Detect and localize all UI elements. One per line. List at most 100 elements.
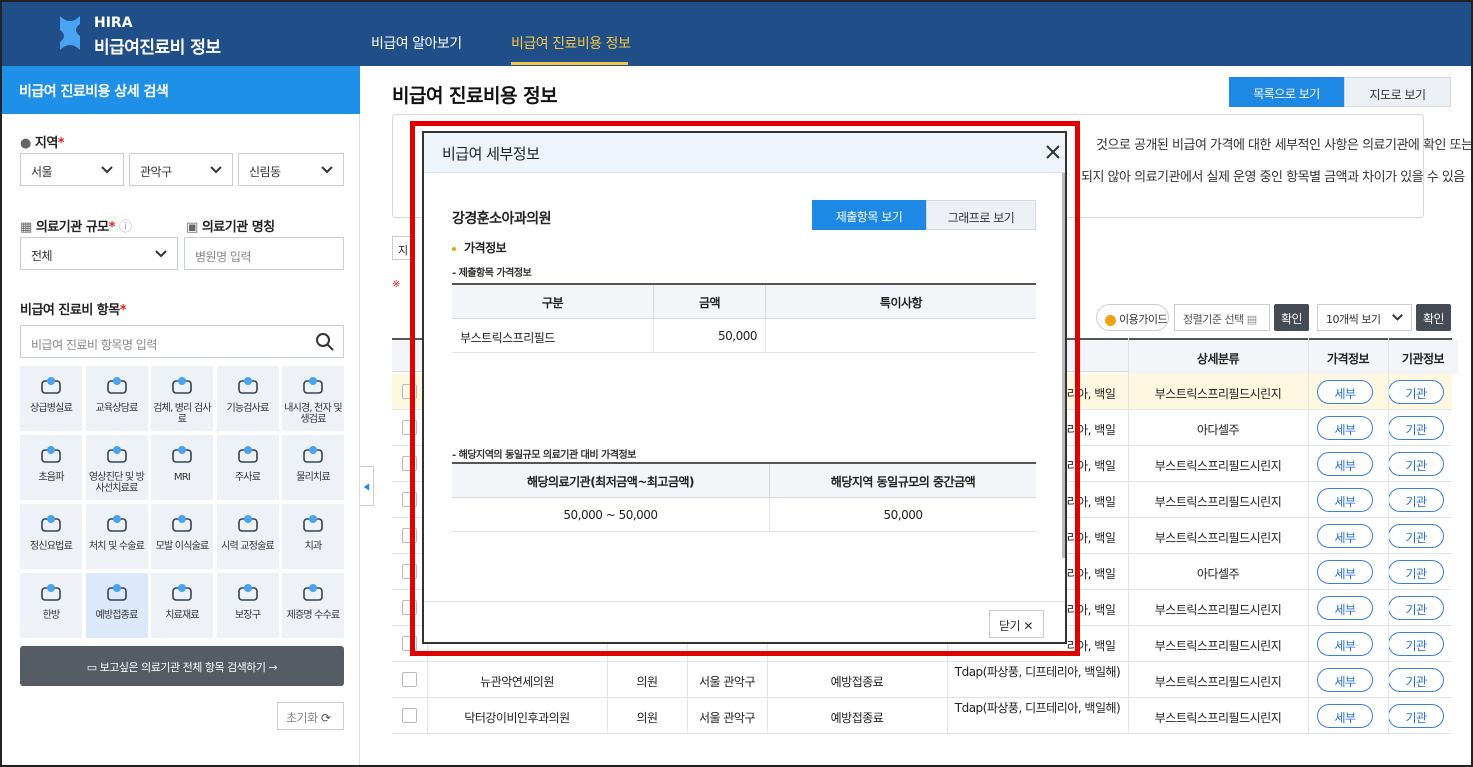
price-detail-button[interactable]: 세부 — [1317, 380, 1373, 404]
category-eye[interactable]: 시력 교정술료 — [216, 504, 279, 569]
category-vaccine[interactable]: 예방접종료 — [85, 573, 148, 638]
category-label: 보장구 — [234, 610, 261, 621]
tooth-icon — [303, 515, 323, 532]
category-acupuncture[interactable]: 한방 — [20, 573, 82, 638]
category-label: 내시경, 천자 및 생검료 — [284, 403, 342, 425]
mri-icon — [172, 446, 192, 463]
page-size-select[interactable]: 10개씩 보기 — [1317, 304, 1412, 331]
hand-icon — [237, 377, 258, 394]
category-hand[interactable]: 기능검사료 — [216, 366, 279, 431]
category-wheelchair[interactable]: 보장구 — [216, 573, 279, 638]
item-search-input[interactable]: 비급여 진료비 항목명 입력 — [20, 325, 344, 358]
category-label: 물리치료 — [296, 472, 330, 483]
refresh-icon: ⟳ — [320, 711, 331, 725]
material-icon — [172, 584, 192, 601]
org-info-button[interactable]: 기관 — [1388, 452, 1444, 476]
scale-select[interactable]: 전체 — [20, 237, 178, 270]
search-all-button[interactable]: ▭ 보고싶은 의료기관 전체 항목 검색하기 → — [20, 646, 344, 686]
category-label: 검체, 병리 검사료 — [153, 403, 211, 425]
help-icon[interactable]: ⓘ — [119, 220, 132, 235]
acupuncture-icon — [41, 584, 61, 601]
filter-select[interactable]: 지 — [392, 236, 412, 260]
hospital-cell[interactable]: 뉴관악연세의원 — [427, 662, 607, 698]
category-label: 처치 및 수술료 — [88, 541, 145, 552]
category-label: 한방 — [42, 610, 61, 621]
price-detail-button[interactable]: 세부 — [1317, 632, 1373, 656]
hospital-icon: ▣ — [186, 220, 198, 235]
category-cell: 예방접종료 — [830, 711, 884, 725]
price-detail-button[interactable]: 세부 — [1317, 488, 1373, 512]
page-size-confirm-button[interactable]: 확인 — [1416, 304, 1451, 331]
hospital-cell[interactable]: 닥터강이비인후과의원 — [427, 698, 607, 734]
reset-button[interactable]: 초기화 ⟳ — [277, 702, 344, 730]
search-sidebar: 비급여 진료비용 상세 검색 ● 지역* 서울 관악구 신림동 ▦ 의료기관 규… — [2, 66, 360, 765]
row-checkbox[interactable] — [402, 708, 417, 723]
price-detail-button[interactable]: 세부 — [1317, 668, 1373, 692]
category-label: 치료재료 — [165, 610, 199, 621]
category-scalpel[interactable]: 처치 및 수술료 — [85, 504, 148, 569]
org-info-button[interactable]: 기관 — [1388, 668, 1444, 692]
category-therapy[interactable]: 물리치료 — [282, 435, 344, 500]
org-info-button[interactable]: 기관 — [1388, 632, 1444, 656]
col-price: 가격정보 — [1308, 340, 1388, 374]
category-material[interactable]: 치료재료 — [151, 573, 213, 638]
price-detail-button[interactable]: 세부 — [1317, 416, 1373, 440]
xray-icon — [106, 446, 127, 463]
region-district-select[interactable]: 관악구 — [129, 153, 233, 186]
price-detail-button[interactable]: 세부 — [1317, 452, 1373, 476]
sidebar-title: 비급여 진료비용 상세 검색 — [2, 66, 360, 114]
price-detail-button[interactable]: 세부 — [1317, 704, 1373, 728]
sort-confirm-button[interactable]: 확인 — [1274, 304, 1309, 331]
category-xray[interactable]: 영상진단 및 방사선치료료 — [85, 435, 148, 500]
category-hair[interactable]: 모발 이식술료 — [151, 504, 213, 569]
row-checkbox[interactable] — [402, 672, 417, 687]
org-info-button[interactable]: 기관 — [1388, 704, 1444, 728]
nav-cost-info[interactable]: 비급여 진료비용 정보 — [511, 33, 631, 53]
detail-cell: 아다셀주 — [1196, 567, 1240, 581]
scalpel-icon — [106, 515, 127, 532]
price-detail-button[interactable]: 세부 — [1317, 524, 1373, 548]
hospital-name-input[interactable]: 병원명 입력 — [184, 237, 344, 270]
category-syringe[interactable]: 주사료 — [216, 435, 279, 500]
org-info-button[interactable]: 기관 — [1388, 380, 1444, 404]
nav-about[interactable]: 비급여 알아보기 — [371, 33, 462, 53]
org-info-button[interactable]: 기관 — [1388, 560, 1444, 584]
search-icon[interactable] — [315, 332, 335, 352]
category-microscope[interactable]: 검체, 병리 검사료 — [151, 366, 213, 431]
price-detail-button[interactable]: 세부 — [1317, 560, 1373, 584]
category-endoscope[interactable]: 내시경, 천자 및 생검료 — [282, 366, 344, 431]
detail-cell: 아다셀주 — [1196, 423, 1240, 437]
category-certificate[interactable]: 제증명 수수료 — [282, 573, 344, 638]
org-info-button[interactable]: 기관 — [1388, 488, 1444, 512]
org-info-button[interactable]: 기관 — [1388, 524, 1444, 548]
sort-select[interactable]: 정렬기준 선택 ▤ — [1174, 304, 1270, 331]
category-consult[interactable]: 교육상담료 — [85, 366, 148, 431]
column-divider — [1308, 338, 1309, 734]
category-label: MRI — [173, 472, 191, 483]
items-label: 비급여 진료비 항목* — [20, 303, 127, 318]
category-label: 영상진단 및 방사선치료료 — [88, 472, 145, 494]
eye-icon — [237, 515, 258, 532]
org-info-button[interactable]: 기관 — [1388, 596, 1444, 620]
category-tooth[interactable]: 치과 — [282, 504, 344, 569]
org-info-button[interactable]: 기관 — [1388, 416, 1444, 440]
category-mri[interactable]: MRI — [151, 435, 213, 500]
hira-logo-icon — [60, 16, 80, 50]
region-dong-select[interactable]: 신림동 — [238, 153, 344, 186]
chevron-down-icon — [101, 166, 113, 174]
category-label: 치과 — [304, 541, 323, 552]
list-view-button[interactable]: 목록으로 보기 — [1229, 77, 1344, 107]
region-city-select[interactable]: 서울 — [20, 153, 124, 186]
sidebar-collapse-button[interactable] — [360, 466, 374, 506]
column-divider — [1388, 338, 1389, 734]
category-ultrasound[interactable]: 초음파 — [20, 435, 82, 500]
col-org: 기관정보 — [1388, 340, 1458, 374]
category-brain[interactable]: 정신요법료 — [20, 504, 82, 569]
price-detail-button[interactable]: 세부 — [1317, 596, 1373, 620]
usage-guide-button[interactable]: 이용가이드 — [1096, 304, 1169, 331]
folder-icon: ▭ — [86, 661, 97, 674]
map-view-button[interactable]: 지도로 보기 — [1344, 77, 1451, 107]
info-icon — [1105, 314, 1116, 326]
detail-cell: 부스트릭스프리필드시린지 — [1154, 639, 1282, 653]
category-bed[interactable]: 상급병실료 — [20, 366, 82, 431]
